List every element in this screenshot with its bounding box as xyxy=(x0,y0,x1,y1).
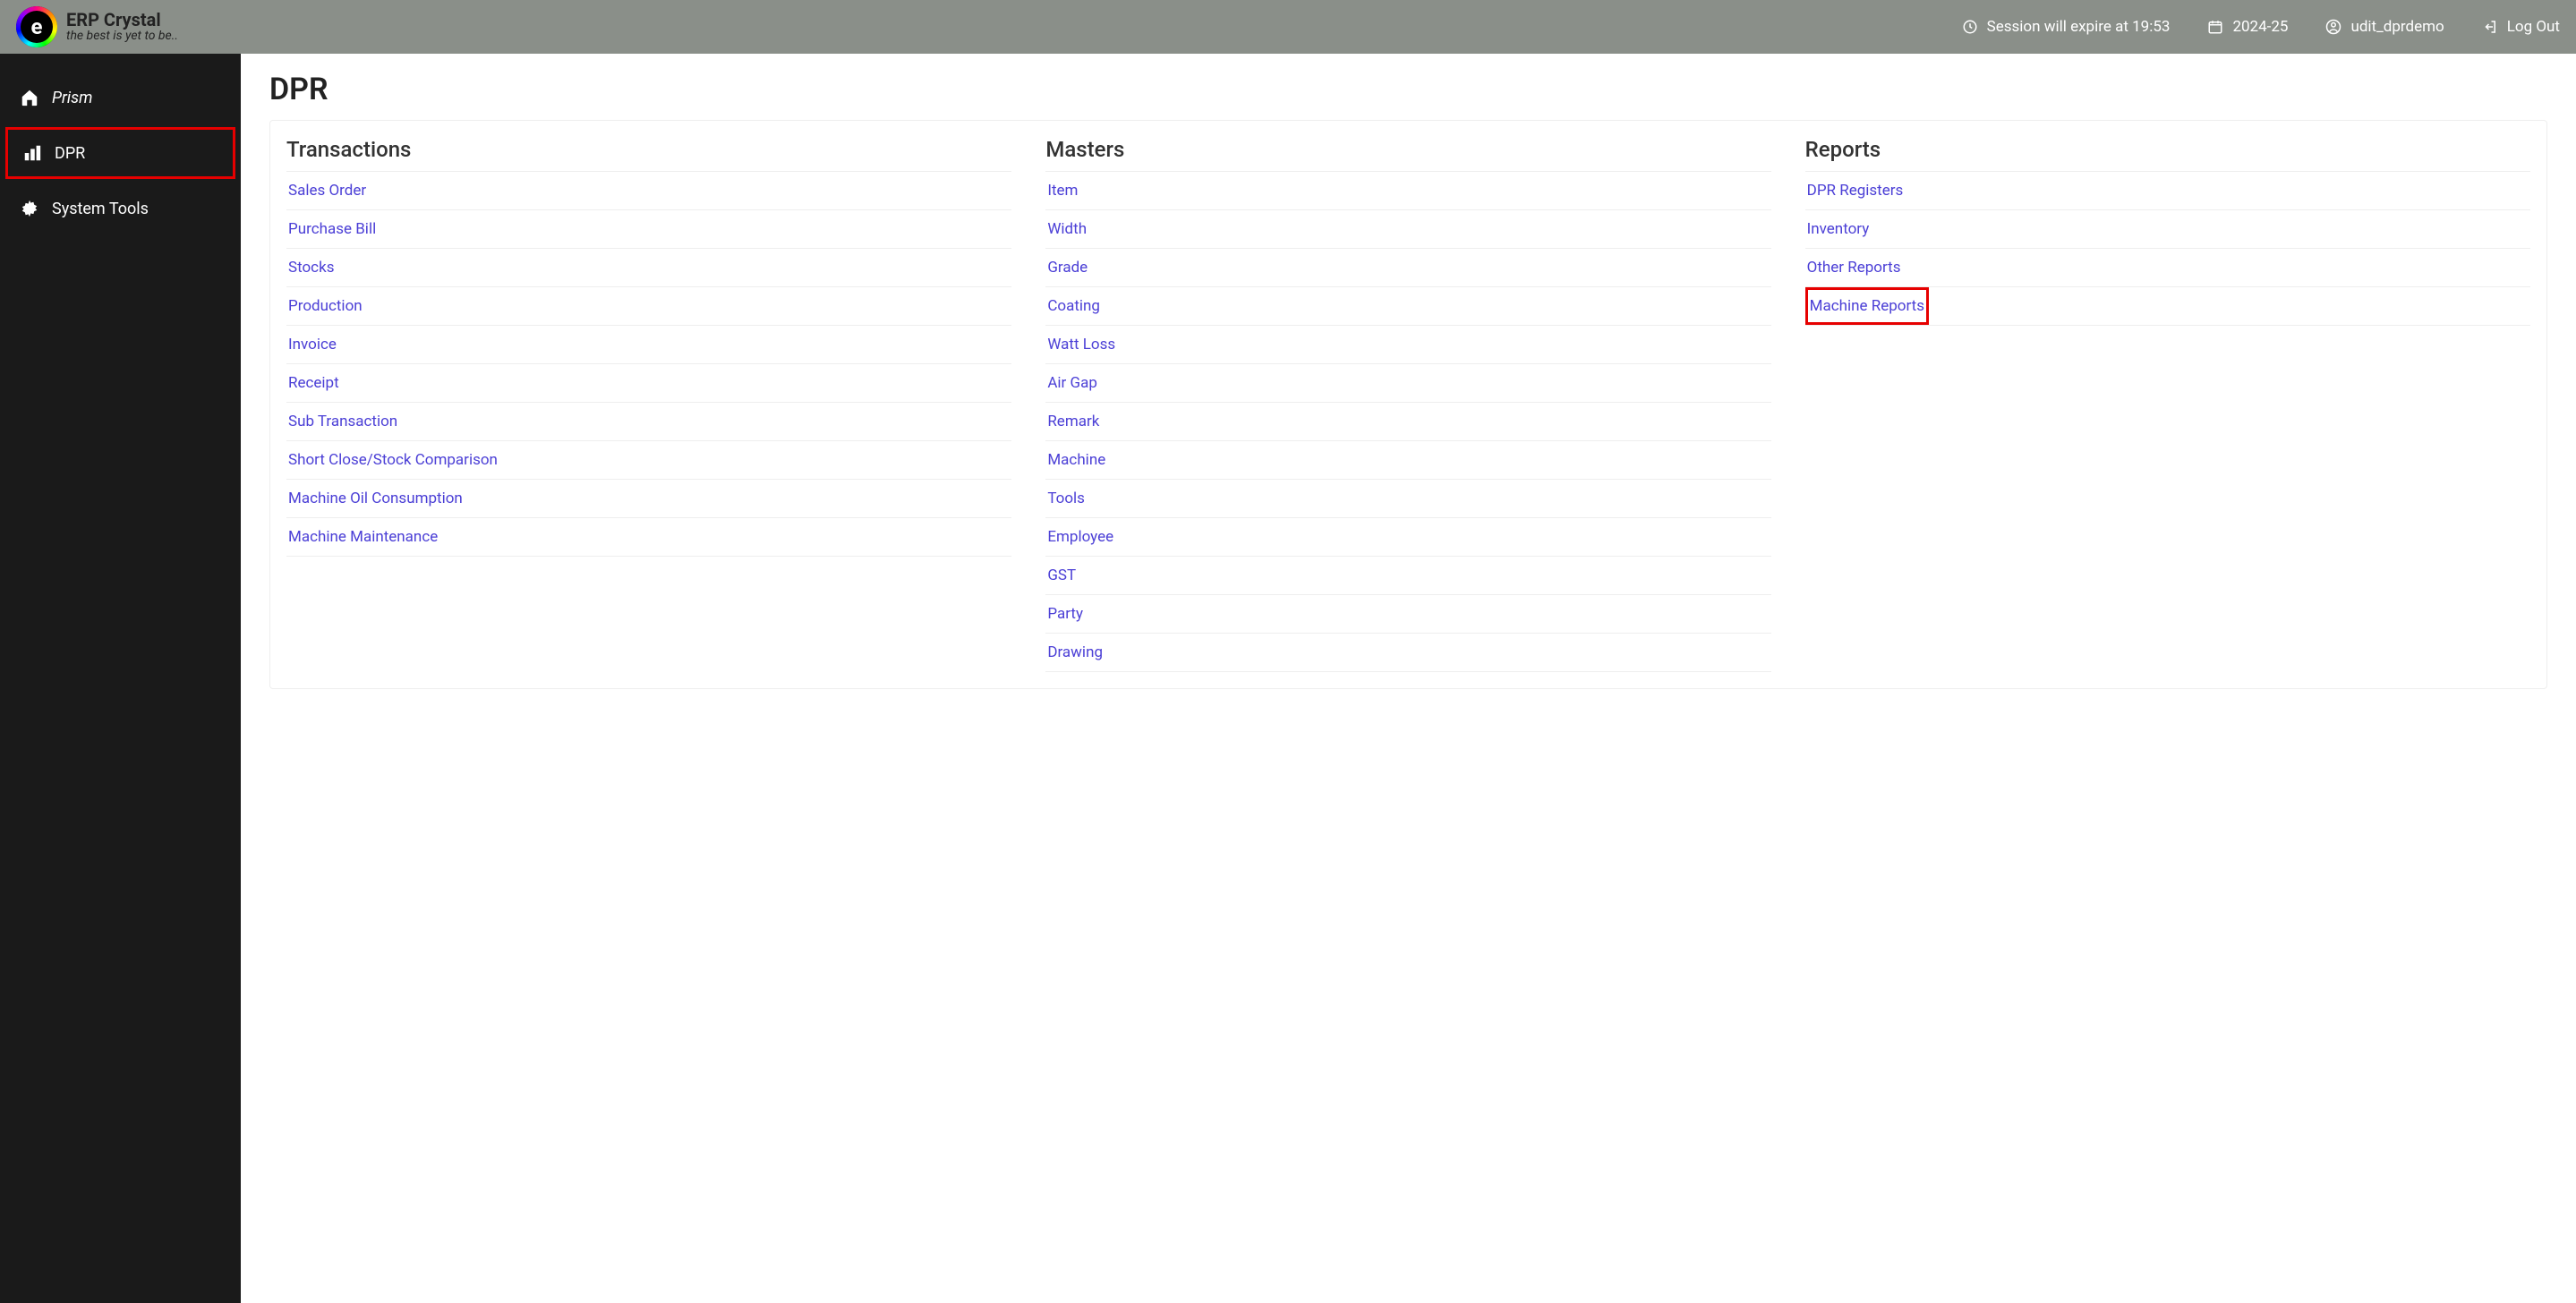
list-item: Machine xyxy=(1045,441,1770,480)
column-list: DPR RegistersInventoryOther ReportsMachi… xyxy=(1805,172,2530,326)
fiscal-year-label: 2024-25 xyxy=(2232,18,2288,36)
sidebar: Prism DPR System Tools xyxy=(0,54,241,1303)
user-icon xyxy=(2325,19,2341,35)
link-width[interactable]: Width xyxy=(1045,210,1770,248)
list-item: Air Gap xyxy=(1045,364,1770,403)
column-transactions: TransactionsSales OrderPurchase BillStoc… xyxy=(286,137,1011,672)
main-content: DPR TransactionsSales OrderPurchase Bill… xyxy=(241,54,2576,1303)
list-item: DPR Registers xyxy=(1805,172,2530,210)
list-item: Party xyxy=(1045,595,1770,634)
page-title: DPR xyxy=(269,72,2547,107)
link-grade[interactable]: Grade xyxy=(1045,249,1770,286)
list-item: Tools xyxy=(1045,480,1770,518)
column-list: ItemWidthGradeCoatingWatt LossAir GapRem… xyxy=(1045,172,1770,672)
sidebar-item-prism[interactable]: Prism xyxy=(0,72,241,123)
list-item: Width xyxy=(1045,210,1770,249)
column-list: Sales OrderPurchase BillStocksProduction… xyxy=(286,172,1011,557)
link-machine[interactable]: Machine xyxy=(1045,441,1770,479)
link-sales-order[interactable]: Sales Order xyxy=(286,172,1011,209)
list-item: GST xyxy=(1045,557,1770,595)
clock-icon xyxy=(1962,19,1978,35)
link-production[interactable]: Production xyxy=(286,287,1011,325)
user-label: udit_dprdemo xyxy=(2350,18,2444,36)
link-receipt[interactable]: Receipt xyxy=(286,364,1011,402)
list-item: Purchase Bill xyxy=(286,210,1011,249)
brand[interactable]: e ERP Crystal the best is yet to be.. xyxy=(16,6,178,47)
brand-logo-letter: e xyxy=(21,11,53,43)
link-machine-maintenance[interactable]: Machine Maintenance xyxy=(286,518,1011,556)
link-dpr-registers[interactable]: DPR Registers xyxy=(1805,172,2530,209)
header-right: Session will expire at 19:53 2024-25 udi… xyxy=(1962,18,2560,36)
brand-titles: ERP Crystal the best is yet to be.. xyxy=(66,10,178,43)
session-expiry: Session will expire at 19:53 xyxy=(1962,18,2171,36)
column-heading: Transactions xyxy=(286,137,1011,172)
user-menu[interactable]: udit_dprdemo xyxy=(2325,18,2444,36)
list-item: Coating xyxy=(1045,287,1770,326)
list-item: Other Reports xyxy=(1805,249,2530,287)
link-other-reports[interactable]: Other Reports xyxy=(1805,249,2530,286)
bars-icon xyxy=(22,143,42,163)
link-tools[interactable]: Tools xyxy=(1045,480,1770,517)
column-reports: ReportsDPR RegistersInventoryOther Repor… xyxy=(1805,137,2530,672)
list-item: Receipt xyxy=(286,364,1011,403)
link-air-gap[interactable]: Air Gap xyxy=(1045,364,1770,402)
link-coating[interactable]: Coating xyxy=(1045,287,1770,325)
list-item: Invoice xyxy=(286,326,1011,364)
list-item: Grade xyxy=(1045,249,1770,287)
logout-icon xyxy=(2482,19,2498,35)
list-item: Remark xyxy=(1045,403,1770,441)
list-item: Inventory xyxy=(1805,210,2530,249)
sidebar-item-dpr[interactable]: DPR xyxy=(5,127,235,179)
link-machine-oil-consumption[interactable]: Machine Oil Consumption xyxy=(286,480,1011,517)
column-heading: Masters xyxy=(1045,137,1770,172)
link-invoice[interactable]: Invoice xyxy=(286,326,1011,363)
logout-button[interactable]: Log Out xyxy=(2482,18,2560,36)
logout-label: Log Out xyxy=(2507,18,2560,36)
list-item: Machine Oil Consumption xyxy=(286,480,1011,518)
list-item: Drawing xyxy=(1045,634,1770,672)
sidebar-item-label: DPR xyxy=(55,144,85,163)
link-remark[interactable]: Remark xyxy=(1045,403,1770,440)
list-item: Item xyxy=(1045,172,1770,210)
body: Prism DPR System Tools DPR TransactionsS… xyxy=(0,54,2576,1303)
link-party[interactable]: Party xyxy=(1045,595,1770,633)
top-bar: e ERP Crystal the best is yet to be.. Se… xyxy=(0,0,2576,54)
link-gst[interactable]: GST xyxy=(1045,557,1770,594)
list-item: Sales Order xyxy=(286,172,1011,210)
brand-title: ERP Crystal xyxy=(66,10,178,30)
link-drawing[interactable]: Drawing xyxy=(1045,634,1770,671)
list-item: Short Close/Stock Comparison xyxy=(286,441,1011,480)
list-item: Production xyxy=(286,287,1011,326)
column-masters: MastersItemWidthGradeCoatingWatt LossAir… xyxy=(1045,137,1770,672)
list-item: Employee xyxy=(1045,518,1770,557)
link-employee[interactable]: Employee xyxy=(1045,518,1770,556)
calendar-icon xyxy=(2207,19,2223,35)
link-short-close-stock-comparison[interactable]: Short Close/Stock Comparison xyxy=(286,441,1011,479)
list-item: Stocks xyxy=(286,249,1011,287)
sidebar-item-label: Prism xyxy=(52,89,93,107)
session-expiry-label: Session will expire at 19:53 xyxy=(1987,18,2171,36)
menu-card: TransactionsSales OrderPurchase BillStoc… xyxy=(269,120,2547,689)
link-machine-reports[interactable]: Machine Reports xyxy=(1805,287,1929,325)
link-item[interactable]: Item xyxy=(1045,172,1770,209)
sidebar-item-system-tools[interactable]: System Tools xyxy=(0,183,241,234)
list-item: Watt Loss xyxy=(1045,326,1770,364)
link-stocks[interactable]: Stocks xyxy=(286,249,1011,286)
link-purchase-bill[interactable]: Purchase Bill xyxy=(286,210,1011,248)
brand-logo: e xyxy=(16,6,57,47)
sidebar-item-label: System Tools xyxy=(52,200,149,218)
link-inventory[interactable]: Inventory xyxy=(1805,210,2530,248)
brand-tagline: the best is yet to be.. xyxy=(66,30,178,43)
link-watt-loss[interactable]: Watt Loss xyxy=(1045,326,1770,363)
list-item: Sub Transaction xyxy=(286,403,1011,441)
fiscal-year[interactable]: 2024-25 xyxy=(2207,18,2288,36)
gear-icon xyxy=(20,199,39,218)
list-item: Machine Maintenance xyxy=(286,518,1011,557)
list-item: Machine Reports xyxy=(1805,287,2530,326)
link-sub-transaction[interactable]: Sub Transaction xyxy=(286,403,1011,440)
home-icon xyxy=(20,88,39,107)
column-heading: Reports xyxy=(1805,137,2530,172)
